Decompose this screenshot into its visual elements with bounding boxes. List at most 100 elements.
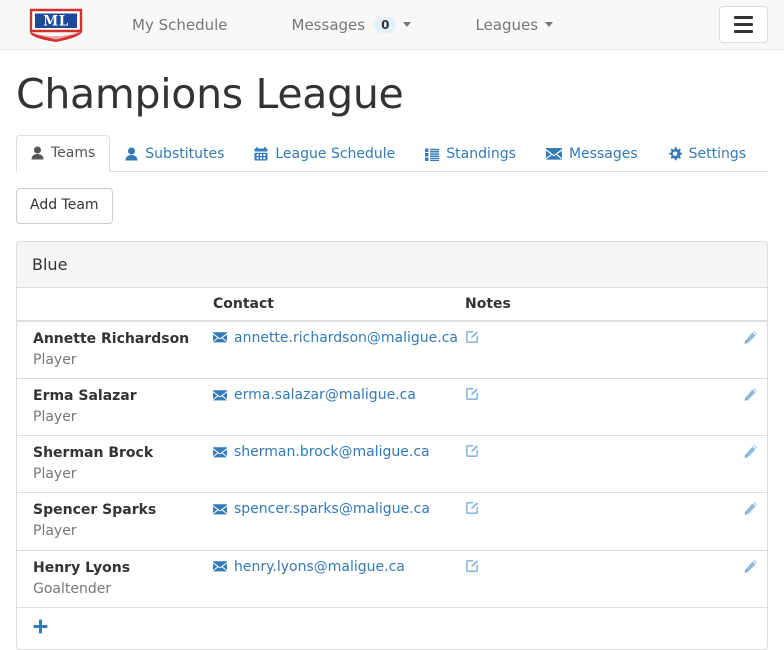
envelope-icon [213,447,227,458]
top-navbar: ML My Schedule Messages 0 Leagues [0,0,784,50]
member-role: Player [33,409,77,426]
team-panel-heading: Blue [17,241,767,288]
envelope-icon [213,504,227,515]
edit-member-button[interactable] [744,501,758,518]
calendar-icon [254,147,268,161]
member-email-link[interactable]: henry.lyons@maligue.ca [213,559,405,575]
table-header-row: Contact Notes [17,287,767,322]
nav-link-messages[interactable]: Messages 0 [274,0,430,50]
note-edit-button[interactable] [465,387,479,404]
list-icon [425,148,440,161]
add-member-row [17,606,767,649]
member-email-text: sherman.brock@maligue.ca [234,444,430,461]
member-cell: Erma Salazar Player [17,378,213,436]
note-edit-button[interactable] [465,330,479,347]
actions-cell [715,321,767,379]
svg-text:ML: ML [43,13,68,29]
note-edit-button[interactable] [465,444,479,461]
table-row: Spencer Sparks Player spencer.sparks@mal… [17,492,767,551]
table-row: Sherman Brock Player sherman.brock@malig… [17,435,767,493]
envelope-icon [213,332,227,343]
nav-link-leagues[interactable]: Leagues [457,0,571,50]
tab-standings[interactable]: Standings [410,136,531,173]
member-cell: Henry Lyons Goaltender [17,549,213,608]
column-header-notes: Notes [465,287,715,322]
chevron-down-icon [403,22,412,27]
envelope-icon [545,148,562,160]
notes-cell [465,321,715,379]
member-email-text: spencer.sparks@maligue.ca [234,501,430,518]
pencil-icon [744,387,757,402]
nav-link-my-schedule[interactable]: My Schedule [114,0,246,50]
messages-count-badge: 0 [374,16,397,33]
nav-link-leagues-label: Leagues [475,15,539,34]
edit-member-button[interactable] [744,444,758,461]
navbar-toggle-button[interactable] [719,6,768,43]
team-panel: Blue Contact Notes Annette Richardson Pl… [16,240,768,650]
member-email-link[interactable]: sherman.brock@maligue.ca [213,444,430,460]
edit-member-button[interactable] [744,387,758,404]
member-cell: Annette Richardson Player [17,321,213,379]
notes-cell [465,435,715,493]
member-cell: Sherman Brock Player [17,435,213,493]
table-row: Henry Lyons Goaltender henry.lyons@malig… [17,549,767,608]
column-header-contact: Contact [213,287,465,322]
member-name: Annette Richardson [33,330,190,347]
member-role: Player [33,351,77,368]
edit-member-button[interactable] [744,330,758,347]
notes-cell [465,492,715,551]
tab-messages[interactable]: Messages [531,136,653,173]
note-edit-icon [466,502,478,515]
edit-member-button[interactable] [744,559,758,576]
member-name: Sherman Brock [33,445,154,462]
notes-cell [465,549,715,608]
nav-link-my-schedule-label: My Schedule [132,15,228,34]
user-icon [31,146,44,160]
brand-logo[interactable]: ML [26,6,86,44]
tab-league-schedule-label: League Schedule [275,145,396,162]
gear-icon [668,147,682,161]
member-role: Player [33,523,77,540]
tab-bar: Teams Substitutes League Schedule Standi… [16,134,768,173]
tab-teams[interactable]: Teams [16,134,111,173]
tab-standings-label: Standings [446,145,516,162]
tab-substitutes[interactable]: Substitutes [110,136,239,173]
pencil-icon [744,559,757,573]
roster-table-body: Annette Richardson Player annette.richar… [17,321,767,649]
contact-cell: spencer.sparks@maligue.ca [213,492,465,551]
tab-league-schedule[interactable]: League Schedule [239,136,410,173]
pencil-icon [744,502,757,516]
note-edit-icon [466,445,478,458]
tab-settings-label: Settings [688,145,747,162]
table-row: Annette Richardson Player annette.richar… [17,321,767,379]
tab-teams-label: Teams [51,144,96,161]
member-email-link[interactable]: erma.salazar@maligue.ca [213,387,416,403]
member-role: Player [33,466,77,483]
ml-shield-logo: ML [29,8,83,42]
actions-cell [715,378,767,436]
note-edit-icon [466,388,478,401]
table-row: Erma Salazar Player erma.salazar@maligue… [17,378,767,436]
add-team-button[interactable]: Add Team [16,188,113,224]
hamburger-icon-bar [734,30,753,33]
tab-settings[interactable]: Settings [653,136,761,173]
contact-cell: erma.salazar@maligue.ca [213,378,465,436]
pencil-icon [744,330,757,344]
add-member-button[interactable] [33,619,48,637]
note-edit-button[interactable] [465,501,479,518]
roster-table: Contact Notes Annette Richardson Player [17,287,767,649]
note-edit-button[interactable] [465,559,479,576]
member-name: Spencer Sparks [33,502,157,519]
envelope-icon [213,561,227,572]
notes-cell [465,378,715,436]
actions-cell [715,492,767,551]
pencil-icon [744,444,757,459]
member-email-link[interactable]: annette.richardson@maligue.ca [213,330,458,346]
note-edit-icon [466,559,478,572]
member-name: Henry Lyons [33,559,131,576]
member-email-text: henry.lyons@maligue.ca [234,558,405,575]
plus-icon [33,619,48,634]
contact-cell: henry.lyons@maligue.ca [213,549,465,608]
member-name: Erma Salazar [33,388,137,405]
member-email-link[interactable]: spencer.sparks@maligue.ca [213,501,430,517]
